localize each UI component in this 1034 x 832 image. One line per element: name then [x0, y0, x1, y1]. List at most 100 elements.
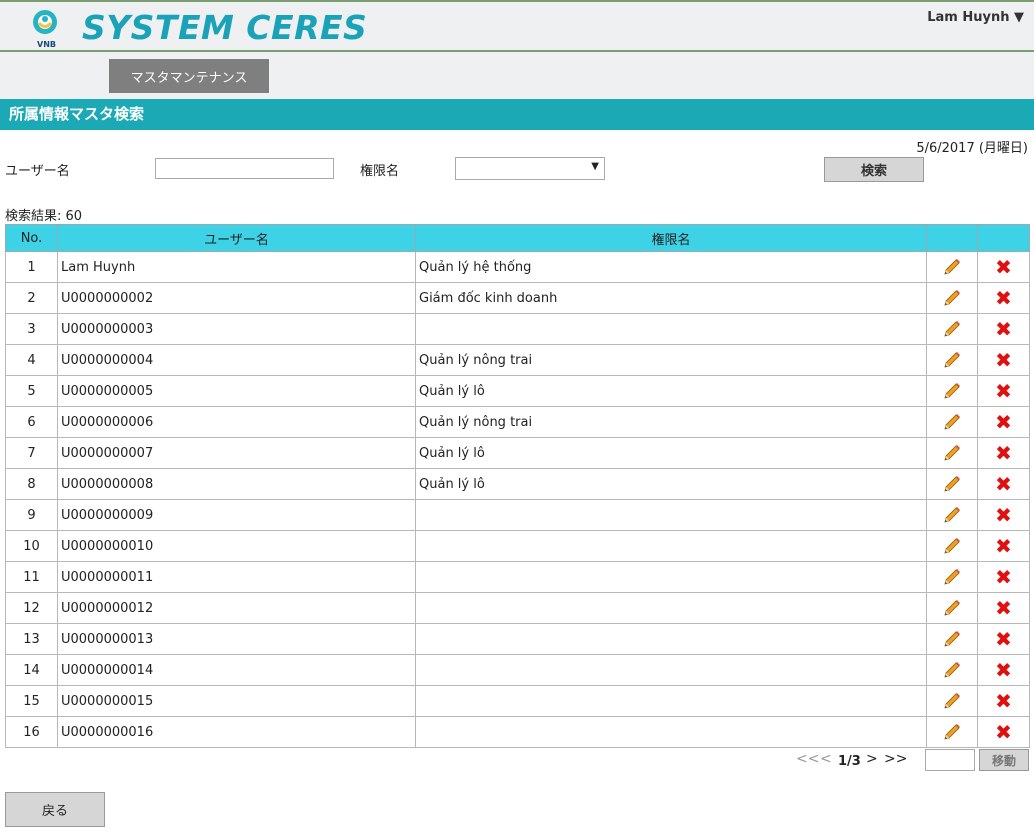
delete-button[interactable]: ✖	[977, 375, 1030, 407]
row-role: Quản lý hệ thống	[415, 251, 927, 283]
delete-button[interactable]: ✖	[977, 437, 1030, 469]
delete-button[interactable]: ✖	[977, 251, 1030, 283]
delete-button[interactable]: ✖	[977, 685, 1030, 717]
role-select[interactable]: ▼	[455, 157, 605, 180]
pencil-icon	[942, 321, 962, 337]
delete-button[interactable]: ✖	[977, 282, 1030, 314]
delete-button[interactable]: ✖	[977, 499, 1030, 531]
delete-button[interactable]: ✖	[977, 406, 1030, 438]
delete-x-icon: ✖	[995, 688, 1012, 713]
row-role	[415, 499, 927, 531]
edit-button[interactable]	[926, 716, 978, 748]
row-role	[415, 561, 927, 593]
pencil-icon	[942, 569, 962, 585]
delete-button[interactable]: ✖	[977, 468, 1030, 500]
edit-button[interactable]	[926, 685, 978, 717]
master-maintenance-button[interactable]: マスタマンテナンス	[109, 59, 269, 93]
next-page-button[interactable]: >	[866, 751, 878, 767]
pencil-icon	[942, 290, 962, 306]
pencil-icon	[942, 445, 962, 461]
row-username: U0000000004	[57, 344, 416, 376]
row-username: U0000000012	[57, 592, 416, 624]
edit-button[interactable]	[926, 375, 978, 407]
edit-button[interactable]	[926, 561, 978, 593]
row-number: 8	[5, 468, 58, 500]
row-role: Quản lý lô	[415, 468, 927, 500]
edit-button[interactable]	[926, 344, 978, 376]
column-header-username: ユーザー名	[57, 224, 416, 252]
row-username: U0000000011	[57, 561, 416, 593]
row-role: Quản lý nông trai	[415, 344, 927, 376]
go-page-button[interactable]: 移動	[979, 749, 1029, 771]
delete-button[interactable]: ✖	[977, 654, 1030, 686]
app-title: SYSTEM CERES	[82, 8, 368, 47]
table-row: 11 U0000000011 ✖	[5, 561, 1030, 593]
last-page-button[interactable]: >>	[884, 751, 907, 767]
pencil-icon	[942, 693, 962, 709]
delete-button[interactable]: ✖	[977, 716, 1030, 748]
delete-button[interactable]: ✖	[977, 344, 1030, 376]
search-button[interactable]: 検索	[824, 157, 924, 182]
row-role	[415, 716, 927, 748]
username-input[interactable]	[155, 158, 334, 179]
edit-button[interactable]	[926, 313, 978, 345]
pencil-icon	[942, 259, 962, 275]
row-number: 1	[5, 251, 58, 283]
edit-button[interactable]	[926, 437, 978, 469]
app-header: VNB SYSTEM CERES Lam Huynh ▼	[0, 0, 1034, 52]
table-row: 2 U0000000002 Giám đốc kinh doanh ✖	[5, 282, 1030, 314]
row-username: U0000000006	[57, 406, 416, 438]
pencil-icon	[942, 662, 962, 678]
edit-button[interactable]	[926, 406, 978, 438]
first-page-button[interactable]: <<	[796, 751, 819, 767]
table-row: 13 U0000000013 ✖	[5, 623, 1030, 655]
results-table: No. ユーザー名 権限名 1 Lam Huynh Quản lý hệ thống…	[5, 224, 1030, 748]
current-date: 5/6/2017 (月曜日)	[916, 141, 1028, 156]
edit-button[interactable]	[926, 251, 978, 283]
pencil-icon	[942, 507, 962, 523]
back-button[interactable]: 戻る	[5, 792, 105, 827]
table-row: 8 U0000000008 Quản lý lô ✖	[5, 468, 1030, 500]
delete-button[interactable]: ✖	[977, 561, 1030, 593]
result-count: 検索結果: 60	[5, 209, 83, 224]
table-row: 1 Lam Huynh Quản lý hệ thống ✖	[5, 251, 1030, 283]
column-header-edit	[926, 224, 978, 252]
edit-button[interactable]	[926, 654, 978, 686]
pencil-icon	[942, 631, 962, 647]
row-username: U0000000002	[57, 282, 416, 314]
row-number: 10	[5, 530, 58, 562]
delete-button[interactable]: ✖	[977, 530, 1030, 562]
row-number: 15	[5, 685, 58, 717]
row-role: Giám đốc kinh doanh	[415, 282, 927, 314]
user-menu[interactable]: Lam Huynh ▼	[927, 10, 1024, 25]
table-row: 6 U0000000006 Quản lý nông trai ✖	[5, 406, 1030, 438]
delete-x-icon: ✖	[995, 626, 1012, 651]
table-row: 15 U0000000015 ✖	[5, 685, 1030, 717]
table-row: 10 U0000000010 ✖	[5, 530, 1030, 562]
edit-button[interactable]	[926, 468, 978, 500]
delete-button[interactable]: ✖	[977, 623, 1030, 655]
page-number-input[interactable]	[925, 749, 975, 771]
delete-x-icon: ✖	[995, 564, 1012, 589]
row-role: Quản lý lô	[415, 437, 927, 469]
table-row: 14 U0000000014 ✖	[5, 654, 1030, 686]
edit-button[interactable]	[926, 623, 978, 655]
delete-x-icon: ✖	[995, 440, 1012, 465]
prev-page-button[interactable]: <	[820, 751, 832, 767]
edit-button[interactable]	[926, 530, 978, 562]
edit-button[interactable]	[926, 499, 978, 531]
row-username: U0000000003	[57, 313, 416, 345]
table-row: 3 U0000000003 ✖	[5, 313, 1030, 345]
table-header-row: No. ユーザー名 権限名	[5, 224, 1030, 252]
delete-button[interactable]: ✖	[977, 313, 1030, 345]
edit-button[interactable]	[926, 592, 978, 624]
row-number: 11	[5, 561, 58, 593]
delete-button[interactable]: ✖	[977, 592, 1030, 624]
delete-x-icon: ✖	[995, 347, 1012, 372]
table-row: 7 U0000000007 Quản lý lô ✖	[5, 437, 1030, 469]
table-row: 9 U0000000009 ✖	[5, 499, 1030, 531]
pencil-icon	[942, 724, 962, 740]
dropdown-arrow-icon: ▼	[591, 161, 599, 172]
edit-button[interactable]	[926, 282, 978, 314]
row-role	[415, 530, 927, 562]
